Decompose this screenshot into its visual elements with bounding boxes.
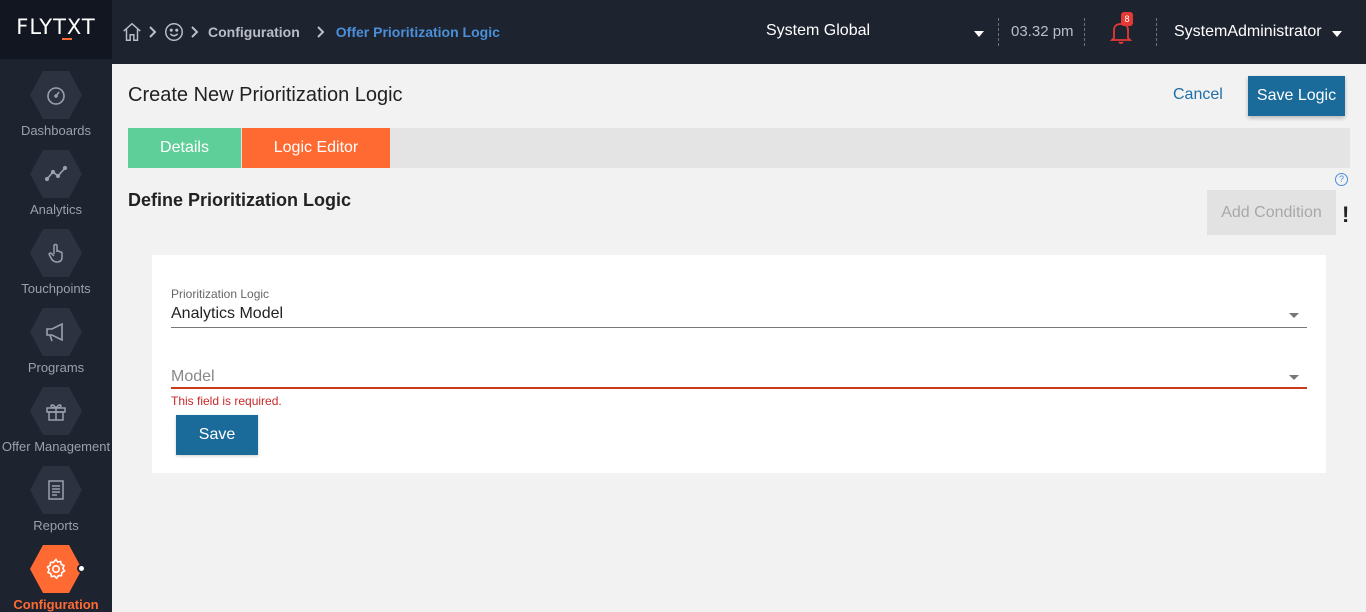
- field-underline: [171, 327, 1307, 328]
- model-error-message: This field is required.: [171, 394, 282, 408]
- divider: [998, 18, 999, 46]
- prioritization-logic-select[interactable]: Analytics Model: [171, 305, 283, 323]
- clock-time: 03.32 pm: [1011, 23, 1074, 40]
- tab-details[interactable]: Details: [128, 128, 241, 168]
- add-condition-button[interactable]: Add Condition: [1207, 190, 1336, 235]
- sidebar-item-label: Reports: [33, 518, 79, 533]
- context-selector[interactable]: System Global: [766, 22, 986, 44]
- brand-logo[interactable]: FLYTXT: [0, 0, 112, 59]
- save-logic-button[interactable]: Save Logic: [1248, 76, 1345, 116]
- model-select[interactable]: Model: [171, 368, 215, 386]
- chevron-down-icon[interactable]: [1332, 31, 1342, 37]
- gift-icon: [30, 387, 82, 435]
- exclamation-icon: !: [1342, 202, 1350, 227]
- megaphone-icon: [30, 308, 82, 356]
- save-button[interactable]: Save: [176, 415, 258, 455]
- sidebar-item-analytics[interactable]: Analytics: [0, 138, 112, 217]
- chevron-down-icon[interactable]: [1289, 375, 1299, 380]
- page-title: Create New Prioritization Logic: [128, 84, 403, 106]
- notification-count-badge: 8: [1121, 12, 1133, 26]
- sidebar-item-touchpoints[interactable]: Touchpoints: [0, 217, 112, 296]
- top-bar: FLYTXT Configuration Offer Prioritizatio…: [0, 0, 1366, 64]
- touch-hand-icon: [30, 229, 82, 277]
- cancel-button[interactable]: Cancel: [1173, 86, 1223, 104]
- sidebar-item-dashboards[interactable]: Dashboards: [0, 59, 112, 138]
- sidebar-item-configuration[interactable]: Configuration: [0, 533, 112, 612]
- field-underline-error: [171, 387, 1307, 389]
- logic-form-card: Prioritization Logic Analytics Model Mod…: [152, 255, 1326, 473]
- report-document-icon: [30, 466, 82, 514]
- gear-icon: [30, 545, 82, 593]
- smiley-icon[interactable]: [162, 20, 186, 44]
- divider: [1084, 18, 1085, 46]
- breadcrumb: Configuration Offer Prioritization Logic: [120, 20, 500, 44]
- dashboard-gauge-icon: [30, 71, 82, 119]
- sidebar-item-programs[interactable]: Programs: [0, 296, 112, 375]
- sidebar-item-reports[interactable]: Reports: [0, 454, 112, 533]
- logo-text: FLYTXT: [16, 14, 96, 39]
- tab-bar: Details Logic Editor: [128, 128, 1350, 168]
- breadcrumb-configuration[interactable]: Configuration: [208, 24, 300, 40]
- chevron-down-icon[interactable]: [974, 31, 984, 37]
- logo-accent: [62, 38, 72, 40]
- breadcrumb-offer-prioritization-logic: Offer Prioritization Logic: [335, 24, 500, 40]
- tab-logic-editor[interactable]: Logic Editor: [242, 128, 390, 168]
- prioritization-logic-label: Prioritization Logic: [171, 287, 270, 301]
- chevron-down-icon[interactable]: [1289, 313, 1299, 318]
- chevron-right-icon: [186, 20, 204, 44]
- chevron-right-icon: [312, 20, 330, 44]
- sidebar-item-offer-management[interactable]: Offer Management: [0, 375, 112, 454]
- sidebar-item-label: Dashboards: [20, 123, 92, 138]
- divider: [1156, 18, 1157, 46]
- section-title: Define Prioritization Logic: [128, 190, 352, 210]
- user-menu[interactable]: SystemAdministrator: [1174, 23, 1322, 41]
- home-icon[interactable]: [120, 20, 144, 44]
- help-circle-icon[interactable]: ?: [1335, 173, 1348, 186]
- sidebar-item-label: Configuration: [13, 597, 99, 612]
- sidebar-item-label: Analytics: [29, 202, 83, 217]
- sidebar-item-label: Touchpoints: [21, 281, 91, 296]
- sidebar-item-label: Offer Management: [1, 439, 111, 454]
- sidebar-item-label: Programs: [27, 360, 85, 375]
- active-indicator: [77, 564, 86, 573]
- chevron-right-icon: [144, 20, 162, 44]
- analytics-line-icon: [30, 150, 82, 198]
- sidebar: Dashboards Analytics Touchpoints Program…: [0, 59, 112, 612]
